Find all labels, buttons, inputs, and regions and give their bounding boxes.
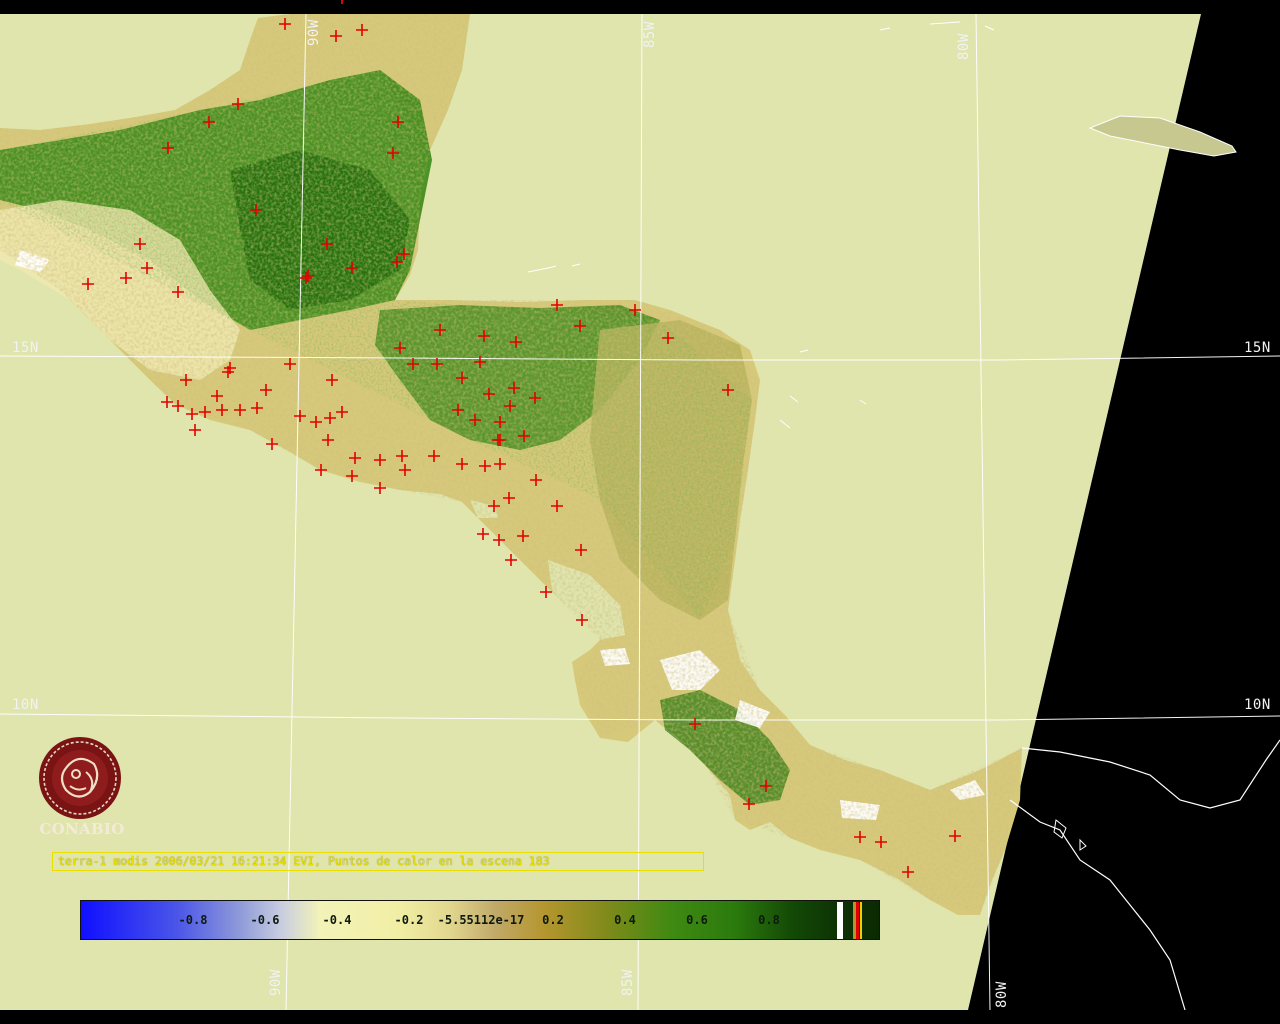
logo-caption: CONABIO [39,820,125,838]
colorbar-tick-label: -0.2 [394,913,424,927]
lon-label-90w-bottom: 90W [268,969,284,996]
colorbar-tick-label: 0.8 [758,913,780,927]
colorbar-tick-label: 0.2 [542,913,564,927]
lat-label-15n-left: 15N [12,340,39,356]
colorbar-tick-label: 0.6 [686,913,708,927]
lat-label-10n-left: 10N [12,697,39,713]
lon-label-85w-top: 85W [642,21,658,48]
colorbar-tick-label: -0.4 [322,913,352,927]
lon-label-90w-top: 90W [306,19,322,46]
lat-label-10n-right: 10N [1244,697,1271,713]
colorbar-tick-label: -0.6 [250,913,280,927]
colorbar-stripe-yellow [860,902,862,939]
colorbar-nodata-white [837,902,843,939]
colorbar: -0.8 -0.6 -0.4 -0.2 -5.55112e-17 0.2 0.4 0.6 0.8 [80,900,880,940]
lon-label-80w-top: 80W [956,33,972,60]
colorbar-tick-label: 0.4 [614,913,636,927]
colorbar-tick-label: -5.55112e-17 [437,913,525,927]
colorbar-stripe-red [856,902,859,939]
colorbar-tick-label: -0.8 [178,913,208,927]
conabio-logo: CONABIO [36,736,128,838]
top-marker [341,0,343,4]
lon-label-80w-bottom: 80W [994,981,1010,1008]
lat-label-15n-right: 15N [1244,340,1271,356]
lon-label-85w-bottom: 85W [620,969,636,996]
scene-caption: terra-1 modis 2006/03/21 16:21:34 EVI, P… [52,852,704,871]
